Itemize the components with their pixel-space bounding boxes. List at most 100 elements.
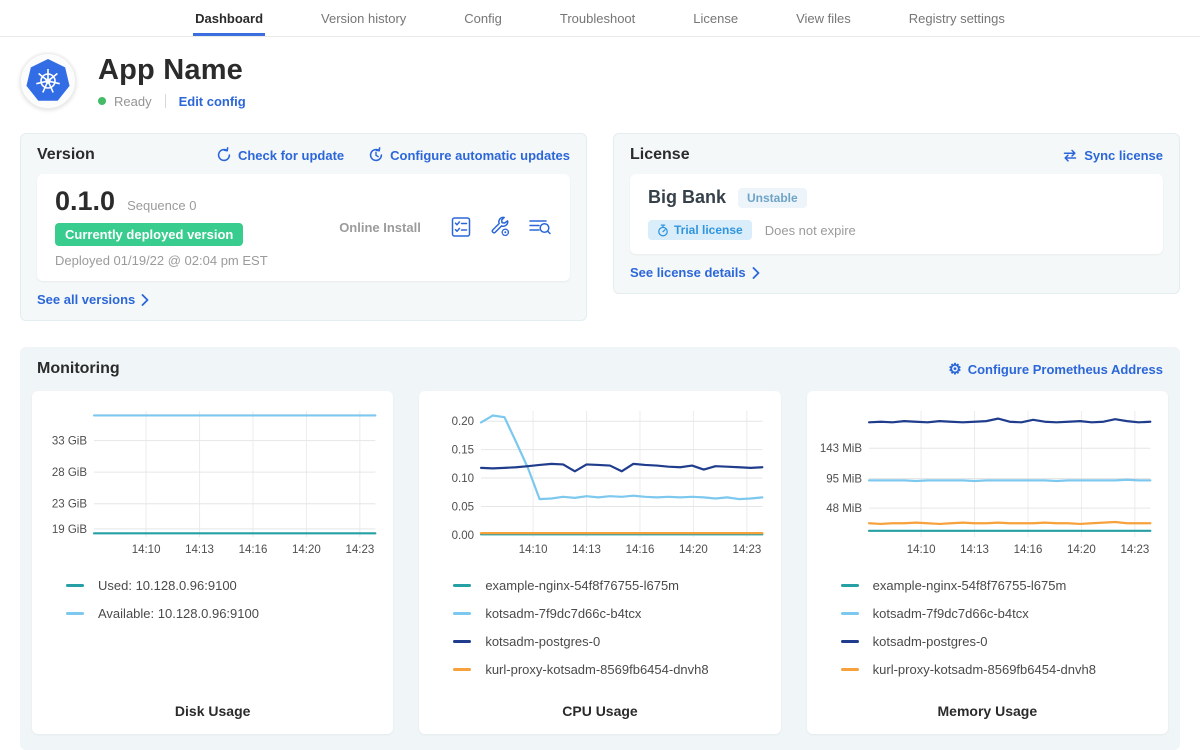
- view-diff-icon[interactable]: [528, 216, 552, 238]
- tab-registry-settings[interactable]: Registry settings: [907, 0, 1007, 36]
- legend-item: kurl-proxy-kotsadm-8569fb6454-dnvh8: [841, 662, 1156, 677]
- legend-label: kurl-proxy-kotsadm-8569fb6454-dnvh8: [873, 662, 1096, 677]
- configure-automatic-updates-button[interactable]: Configure automatic updates: [368, 147, 570, 163]
- preflight-checks-icon[interactable]: [450, 216, 472, 238]
- config-wrench-icon[interactable]: [489, 216, 511, 238]
- license-card: License Sync license Big Bank Unstable: [613, 133, 1180, 294]
- legend-label: kotsadm-7f9dc7d66c-b4tcx: [873, 606, 1029, 621]
- legend-label: example-nginx-54f8f76755-l675m: [485, 578, 679, 593]
- tab-config[interactable]: Config: [462, 0, 504, 36]
- disk-usage-legend: Used: 10.128.0.96:9100 Available: 10.128.…: [44, 578, 381, 621]
- legend-color-dash: [453, 612, 471, 615]
- legend-item: kotsadm-7f9dc7d66c-b4tcx: [841, 606, 1156, 621]
- legend-color-dash: [453, 640, 471, 643]
- version-number: 0.1.0: [55, 186, 115, 217]
- chevron-right-icon: [141, 294, 149, 306]
- legend-label: kotsadm-postgres-0: [485, 634, 600, 649]
- legend-label: kurl-proxy-kotsadm-8569fb6454-dnvh8: [485, 662, 708, 677]
- svg-text:14:23: 14:23: [345, 544, 374, 556]
- svg-text:48 MiB: 48 MiB: [826, 503, 862, 515]
- legend-item: Available: 10.128.0.96:9100: [66, 606, 381, 621]
- svg-text:14:16: 14:16: [239, 544, 268, 556]
- svg-text:143 MiB: 143 MiB: [820, 443, 863, 455]
- svg-text:14:16: 14:16: [1013, 544, 1042, 556]
- legend-item: example-nginx-54f8f76755-l675m: [453, 578, 768, 593]
- legend-label: Available: 10.128.0.96:9100: [98, 606, 259, 621]
- legend-color-dash: [66, 612, 84, 615]
- sync-license-button[interactable]: Sync license: [1062, 148, 1163, 163]
- svg-text:14:10: 14:10: [132, 544, 161, 556]
- memory-usage-chart-card: 14:10 14:13 14:16 14:20 14:23 48 MiB 95 MiB 143…: [807, 391, 1168, 734]
- deployed-version-panel: 0.1.0 Sequence 0 Currently deployed vers…: [37, 174, 570, 281]
- see-license-details-link[interactable]: See license details: [630, 265, 1163, 280]
- monitoring-title: Monitoring: [37, 360, 120, 378]
- svg-text:0.05: 0.05: [452, 501, 474, 513]
- legend-color-dash: [841, 612, 859, 615]
- memory-usage-legend: example-nginx-54f8f76755-l675m kotsadm-7f…: [819, 578, 1156, 677]
- svg-text:14:23: 14:23: [733, 544, 762, 556]
- check-for-update-button[interactable]: Check for update: [216, 147, 344, 163]
- svg-text:0.15: 0.15: [452, 445, 474, 457]
- cpu-usage-legend: example-nginx-54f8f76755-l675mkotsadm-7f…: [431, 578, 768, 677]
- app-title-block: App Name Ready Edit config: [98, 54, 246, 109]
- tab-dashboard[interactable]: Dashboard: [193, 0, 265, 36]
- chevron-right-icon: [752, 267, 760, 279]
- tab-license[interactable]: License: [691, 0, 740, 36]
- svg-text:14:20: 14:20: [1067, 544, 1096, 556]
- svg-text:14:13: 14:13: [960, 544, 989, 556]
- svg-text:14:20: 14:20: [292, 544, 321, 556]
- ready-status-dot: [98, 97, 106, 105]
- license-panel: Big Bank Unstable Trial l: [630, 174, 1163, 254]
- expiry-text: Does not expire: [765, 223, 856, 238]
- app-logo: [20, 53, 76, 109]
- cpu-usage-chart: 14:1014:1314:1614:2014:230.000.050.100.1…: [431, 401, 768, 568]
- configure-prometheus-button[interactable]: ⚙ Configure Prometheus Address: [948, 362, 1163, 377]
- refresh-icon: [216, 147, 232, 163]
- app-title: App Name: [98, 54, 246, 87]
- svg-text:14:10: 14:10: [519, 544, 548, 556]
- svg-text:28 GiB: 28 GiB: [52, 467, 87, 479]
- legend-color-dash: [453, 584, 471, 587]
- svg-text:14:20: 14:20: [679, 544, 708, 556]
- currently-deployed-badge: Currently deployed version: [55, 223, 243, 246]
- legend-label: Used: 10.128.0.96:9100: [98, 578, 237, 593]
- legend-label: example-nginx-54f8f76755-l675m: [873, 578, 1067, 593]
- app-header: App Name Ready Edit config: [20, 53, 1180, 109]
- tab-troubleshoot[interactable]: Troubleshoot: [558, 0, 637, 36]
- legend-item: example-nginx-54f8f76755-l675m: [841, 578, 1156, 593]
- legend-color-dash: [841, 668, 859, 671]
- legend-color-dash: [453, 668, 471, 671]
- legend-item: kurl-proxy-kotsadm-8569fb6454-dnvh8: [453, 662, 768, 677]
- stopwatch-icon: [657, 224, 669, 237]
- top-nav: Dashboard Version history Config Troublesho…: [0, 0, 1200, 37]
- memory-usage-title: Memory Usage: [819, 703, 1156, 722]
- svg-text:23 GiB: 23 GiB: [52, 499, 87, 511]
- page-body: App Name Ready Edit config Version: [0, 53, 1200, 750]
- legend-item: kotsadm-postgres-0: [841, 634, 1156, 649]
- svg-text:14:16: 14:16: [626, 544, 655, 556]
- cpu-usage-title: CPU Usage: [431, 703, 768, 722]
- svg-text:14:13: 14:13: [572, 544, 601, 556]
- sequence-label: Sequence 0: [127, 198, 196, 213]
- disk-usage-chart: 14:10 14:13 14:16 14:20 14:23 19 GiB 23 GiB 28 …: [44, 401, 381, 568]
- version-card: Version Check for update: [20, 133, 587, 321]
- tab-view-files[interactable]: View files: [794, 0, 853, 36]
- svg-text:19 GiB: 19 GiB: [52, 524, 87, 536]
- svg-text:95 MiB: 95 MiB: [826, 473, 862, 485]
- trial-license-badge[interactable]: Trial license: [648, 220, 752, 240]
- svg-text:14:13: 14:13: [185, 544, 214, 556]
- disk-usage-title: Disk Usage: [44, 703, 381, 722]
- clock-refresh-icon: [368, 147, 384, 163]
- license-card-title: License: [630, 146, 690, 164]
- svg-text:14:10: 14:10: [906, 544, 935, 556]
- legend-item: kotsadm-postgres-0: [453, 634, 768, 649]
- svg-text:33 GiB: 33 GiB: [52, 436, 87, 448]
- legend-color-dash: [841, 640, 859, 643]
- svg-text:0.10: 0.10: [452, 473, 474, 485]
- see-all-versions-link[interactable]: See all versions: [37, 292, 570, 307]
- svg-text:14:23: 14:23: [1120, 544, 1149, 556]
- tab-version-history[interactable]: Version history: [319, 0, 408, 36]
- kubernetes-icon: [26, 59, 70, 103]
- edit-config-link[interactable]: Edit config: [179, 94, 246, 109]
- svg-text:0.20: 0.20: [452, 416, 474, 428]
